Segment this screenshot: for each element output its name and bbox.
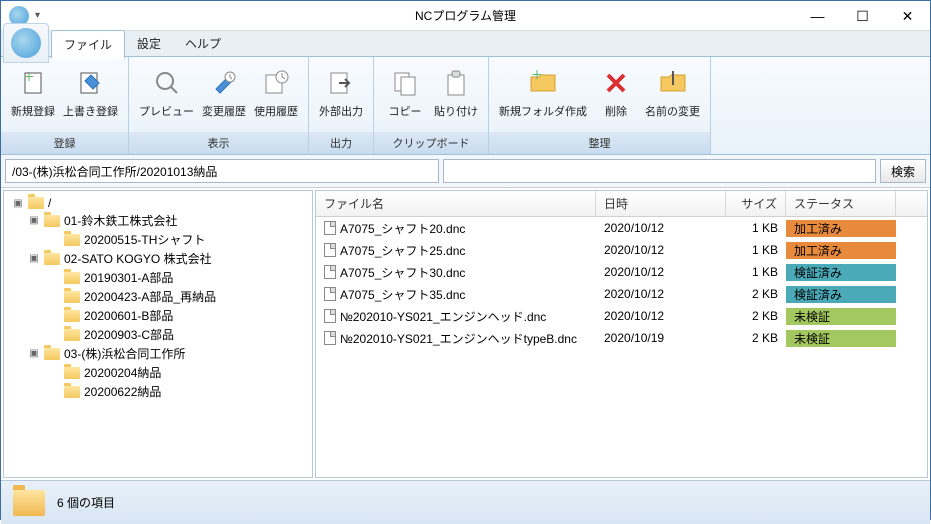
menubar: ファイル 設定 ヘルプ	[1, 31, 930, 57]
overwrite-register-button[interactable]: 上書き登録	[59, 61, 122, 121]
tree-item[interactable]: 20200515-THシャフト	[4, 230, 312, 249]
magnifier-icon	[151, 67, 183, 99]
delete-icon	[600, 67, 632, 99]
folder-icon	[64, 386, 80, 398]
copy-button[interactable]: コピー	[380, 61, 430, 121]
file-icon	[324, 265, 336, 279]
col-date[interactable]: 日時	[596, 191, 726, 216]
folder-icon	[44, 348, 60, 360]
tree-item[interactable]: 20200622納品	[4, 382, 312, 401]
file-list-header: ファイル名 日時 サイズ ステータス	[316, 191, 927, 217]
tab-settings[interactable]: 設定	[125, 30, 173, 57]
folder-icon	[28, 197, 44, 209]
ribbon-group-register: 登録	[1, 132, 128, 154]
content: ▣/ ▣01-鈴木鉄工株式会社 20200515-THシャフト ▣02-SATO…	[1, 188, 930, 480]
tree-item[interactable]: 20200601-B部品	[4, 306, 312, 325]
file-row[interactable]: №202010-YS021_エンジンヘッドtypeB.dnc 2020/10/1…	[316, 327, 927, 349]
ribbon-group-organize: 整理	[489, 132, 710, 154]
usagelog-button[interactable]: 使用履歴	[250, 61, 302, 121]
file-icon	[324, 309, 336, 323]
quick-access-dropdown-icon[interactable]: ▾	[35, 10, 40, 21]
external-output-button[interactable]: 外部出力	[315, 61, 367, 121]
folder-icon	[64, 310, 80, 322]
folder-large-icon	[13, 490, 45, 516]
clock-history-icon	[260, 67, 292, 99]
folder-icon	[64, 291, 80, 303]
new-file-icon: ＋	[17, 67, 49, 99]
new-folder-icon: ＋	[527, 67, 559, 99]
window-title: NCプログラム管理	[415, 7, 516, 24]
tree-item[interactable]: ▣01-鈴木鉄工株式会社	[4, 211, 312, 230]
file-row[interactable]: A7075_シャフト30.dnc 2020/10/12 1 KB 検証済み	[316, 261, 927, 283]
pathbar: 検索	[1, 155, 930, 188]
paste-icon	[440, 67, 472, 99]
file-icon	[324, 287, 336, 301]
col-size[interactable]: サイズ	[726, 191, 786, 216]
tree-item[interactable]: ▣02-SATO KOGYO 株式会社	[4, 249, 312, 268]
tree-item[interactable]: 20190301-A部品	[4, 268, 312, 287]
tree-root[interactable]: ▣/	[4, 195, 312, 211]
item-count: 6 個の項目	[57, 494, 115, 511]
file-row[interactable]: A7075_シャフト35.dnc 2020/10/12 2 KB 検証済み	[316, 283, 927, 305]
ribbon: ＋ 新規登録 上書き登録 登録 プレビュー 変更履歴 使用履歴	[1, 57, 930, 155]
tree-item[interactable]: 20200423-A部品_再納品	[4, 287, 312, 306]
pencil-history-icon	[208, 67, 240, 99]
delete-button[interactable]: 削除	[591, 61, 641, 121]
ribbon-group-view: 表示	[129, 132, 308, 154]
app-logo[interactable]	[3, 23, 49, 63]
search-input[interactable]	[443, 159, 877, 183]
path-input[interactable]	[5, 159, 439, 183]
tree-item[interactable]: 20200903-C部品	[4, 325, 312, 344]
file-row[interactable]: A7075_シャフト20.dnc 2020/10/12 1 KB 加工済み	[316, 217, 927, 239]
file-icon	[324, 243, 336, 257]
copy-icon	[389, 67, 421, 99]
file-row[interactable]: №202010-YS021_エンジンヘッド.dnc 2020/10/12 2 K…	[316, 305, 927, 327]
tree-item[interactable]: 20200204納品	[4, 363, 312, 382]
tab-file[interactable]: ファイル	[51, 30, 125, 59]
paste-button[interactable]: 貼り付け	[430, 61, 482, 121]
new-folder-button[interactable]: ＋ 新規フォルダ作成	[495, 61, 591, 121]
file-pane: ファイル名 日時 サイズ ステータス A7075_シャフト20.dnc 2020…	[315, 190, 928, 478]
export-icon	[325, 67, 357, 99]
edit-file-icon	[75, 67, 107, 99]
folder-icon	[64, 367, 80, 379]
minimize-button[interactable]: —	[795, 1, 840, 31]
changelog-button[interactable]: 変更履歴	[198, 61, 250, 121]
search-button[interactable]: 検索	[880, 159, 926, 183]
close-button[interactable]: ✕	[885, 1, 930, 31]
col-status[interactable]: ステータス	[786, 191, 896, 216]
folder-icon	[44, 215, 60, 227]
tree-item[interactable]: ▣03-(株)浜松合同工作所	[4, 344, 312, 363]
file-row[interactable]: A7075_シャフト25.dnc 2020/10/12 1 KB 加工済み	[316, 239, 927, 261]
new-register-button[interactable]: ＋ 新規登録	[7, 61, 59, 121]
tab-help[interactable]: ヘルプ	[173, 30, 233, 57]
preview-button[interactable]: プレビュー	[135, 61, 198, 121]
rename-button[interactable]: 名前の変更	[641, 61, 704, 121]
tree-pane[interactable]: ▣/ ▣01-鈴木鉄工株式会社 20200515-THシャフト ▣02-SATO…	[3, 190, 313, 478]
folder-icon	[64, 272, 80, 284]
titlebar: ▾ NCプログラム管理 — ☐ ✕	[1, 1, 930, 31]
svg-text:＋: ＋	[531, 69, 543, 82]
folder-icon	[64, 329, 80, 341]
maximize-button[interactable]: ☐	[840, 1, 885, 31]
folder-icon	[64, 234, 80, 246]
folder-icon	[44, 253, 60, 265]
rename-icon	[657, 67, 689, 99]
file-icon	[324, 221, 336, 235]
svg-text:＋: ＋	[23, 70, 35, 84]
statusbar: 6 個の項目	[1, 480, 930, 524]
ribbon-group-output: 出力	[309, 132, 373, 154]
file-icon	[324, 331, 336, 345]
ribbon-group-clipboard: クリップボード	[374, 132, 488, 154]
col-name[interactable]: ファイル名	[316, 191, 596, 216]
